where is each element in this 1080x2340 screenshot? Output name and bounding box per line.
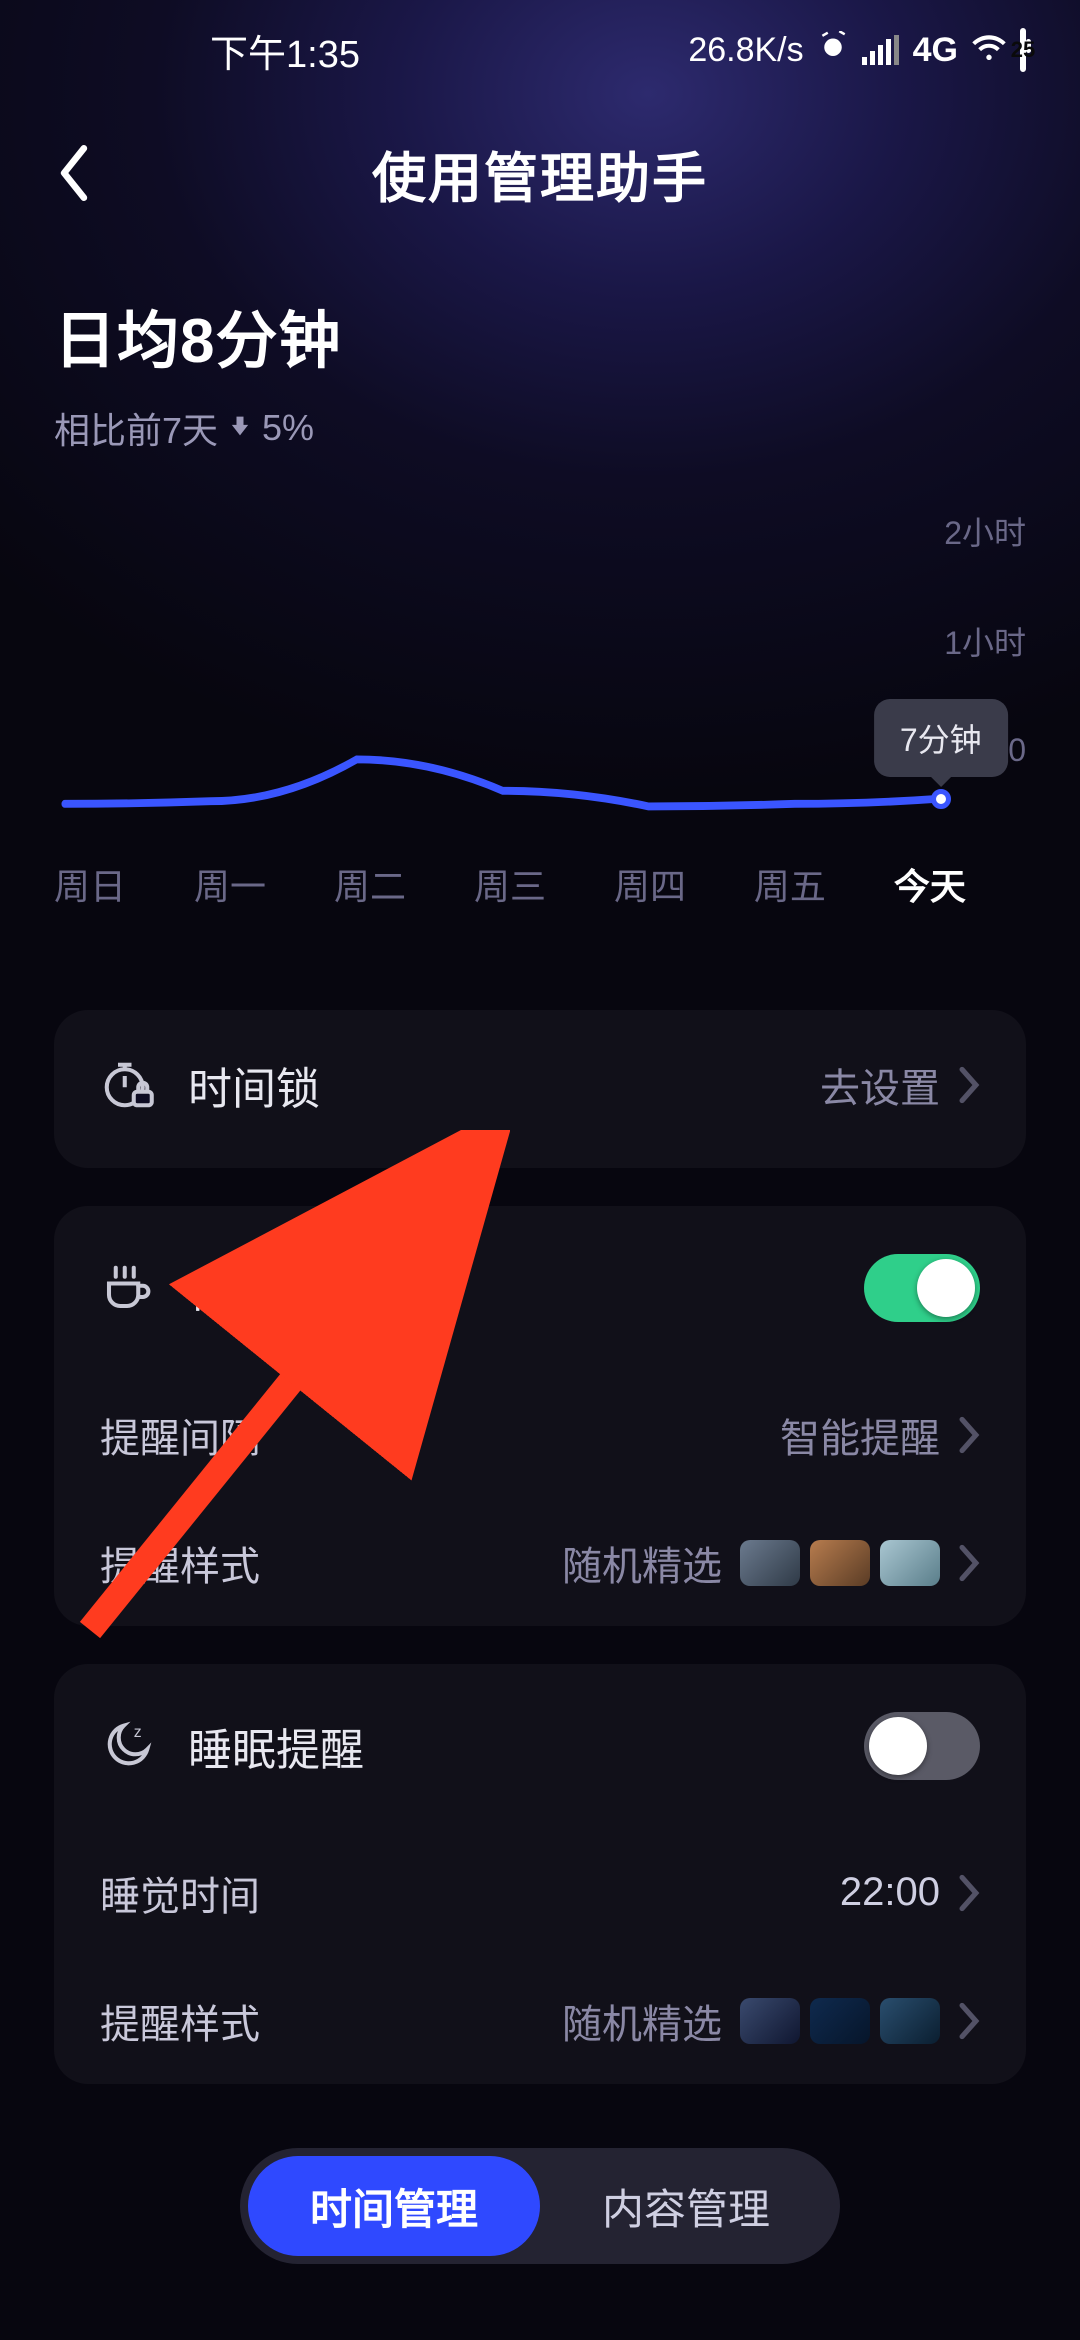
bed-time-label: 睡觉时间 [100, 1864, 260, 1922]
chevron-right-icon [958, 1066, 980, 1104]
status-net-speed: 26.8K/s [688, 31, 803, 70]
sleep-reminder-toggle[interactable] [864, 1712, 980, 1780]
sleep-reminder-card: z 睡眠提醒 睡觉时间 22:00 提醒样式 随机精选 [54, 1664, 1026, 2084]
rest-reminder-card: 休息提醒 提醒间隔 智能提醒 提醒样式 随机精选 [54, 1206, 1026, 1626]
battery-percent: 25 [1020, 31, 1026, 70]
style-thumb-3 [880, 1540, 940, 1586]
page-title: 使用管理助手 [372, 134, 708, 213]
style-thumb-4 [740, 1998, 800, 2044]
chevron-right-icon [958, 1874, 980, 1912]
battery-icon: 25 [1020, 31, 1026, 70]
signal-icon [862, 35, 899, 65]
status-network-label: 4G [913, 31, 958, 70]
status-right: 26.8K/s 4G 25 [688, 31, 1026, 70]
xaxis-tue[interactable]: 周二 [334, 858, 406, 910]
style-thumb-1 [740, 1540, 800, 1586]
sleep-reminder-label: 睡眠提醒 [188, 1714, 364, 1778]
reminder-interval-value: 智能提醒 [780, 1406, 940, 1464]
sleep-style-thumbs [740, 1998, 940, 2044]
xaxis-mon[interactable]: 周一 [194, 858, 266, 910]
chart-highlight-dot [931, 789, 951, 809]
trend-down-icon [226, 407, 254, 449]
xaxis-fri[interactable]: 周五 [754, 858, 826, 910]
sleep-style-label: 提醒样式 [100, 1992, 260, 2050]
rest-reminder-label: 休息提醒 [188, 1256, 364, 1320]
time-lock-label: 时间锁 [188, 1053, 320, 1117]
yaxis-tick-1h: 1小时 [944, 618, 1026, 664]
style-thumb-6 [880, 1998, 940, 2044]
stopwatch-lock-icon [100, 1058, 154, 1112]
reminder-style-value: 随机精选 [562, 1534, 722, 1592]
sleep-style-row[interactable]: 提醒样式 随机精选 [54, 1956, 1026, 2084]
moon-sleep-icon: z [100, 1719, 154, 1773]
time-lock-card: 时间锁 去设置 [54, 1010, 1026, 1168]
rest-reminder-toggle[interactable] [864, 1254, 980, 1322]
summary-subtitle: 相比前7天 5% [54, 402, 1026, 454]
time-lock-action: 去设置 [820, 1056, 940, 1114]
summary-trend-percent: 5% [262, 407, 314, 449]
coffee-icon [100, 1261, 154, 1315]
rest-reminder-row: 休息提醒 [54, 1206, 1026, 1370]
chart-tooltip: 7分钟 [874, 699, 1008, 777]
bed-time-value: 22:00 [840, 1870, 940, 1915]
reminder-interval-label: 提醒间隔 [100, 1406, 260, 1464]
status-time: 下午1:35 [210, 23, 360, 78]
chart-line [54, 490, 1026, 830]
xaxis-sun[interactable]: 周日 [54, 858, 126, 910]
status-bar: 下午1:35 26.8K/s 4G 25 [0, 0, 1080, 100]
seg-time-tab[interactable]: 时间管理 [248, 2156, 540, 2256]
wifi-icon [972, 31, 1006, 70]
nav-bar: 使用管理助手 [0, 108, 1080, 238]
sleep-reminder-row: z 睡眠提醒 [54, 1664, 1026, 1828]
sleep-style-value: 随机精选 [562, 1992, 722, 2050]
bed-time-row[interactable]: 睡觉时间 22:00 [54, 1828, 1026, 1956]
reminder-style-row[interactable]: 提醒样式 随机精选 [54, 1498, 1026, 1626]
usage-chart[interactable]: 2小时 1小时 0 7分钟 周日 周一 周二 周三 周四 周五 今天 [54, 490, 1026, 910]
reminder-style-label: 提醒样式 [100, 1534, 260, 1592]
reminder-style-thumbs [740, 1540, 940, 1586]
summary-compare-prefix: 相比前7天 [54, 402, 218, 454]
xaxis-wed[interactable]: 周三 [474, 858, 546, 910]
seg-content-tab[interactable]: 内容管理 [540, 2156, 832, 2256]
yaxis-tick-2h: 2小时 [944, 508, 1026, 554]
svg-text:z: z [134, 1724, 142, 1741]
chevron-right-icon [958, 1544, 980, 1582]
summary-title: 日均8分钟 [54, 290, 1026, 380]
xaxis-thu[interactable]: 周四 [614, 858, 686, 910]
bottom-segmented: 时间管理 内容管理 [240, 2148, 840, 2264]
chevron-right-icon [958, 2002, 980, 2040]
time-lock-row[interactable]: 时间锁 去设置 [54, 1010, 1026, 1160]
yaxis-tick-0: 0 [1008, 732, 1026, 769]
style-thumb-2 [810, 1540, 870, 1586]
reminder-interval-row[interactable]: 提醒间隔 智能提醒 [54, 1370, 1026, 1498]
summary-block: 日均8分钟 相比前7天 5% [54, 290, 1026, 454]
chart-xaxis: 周日 周一 周二 周三 周四 周五 今天 [54, 858, 966, 910]
style-thumb-5 [810, 1998, 870, 2044]
chevron-right-icon [958, 1416, 980, 1454]
back-button[interactable] [44, 143, 104, 203]
xaxis-today[interactable]: 今天 [894, 858, 966, 910]
alarm-icon [818, 31, 848, 70]
